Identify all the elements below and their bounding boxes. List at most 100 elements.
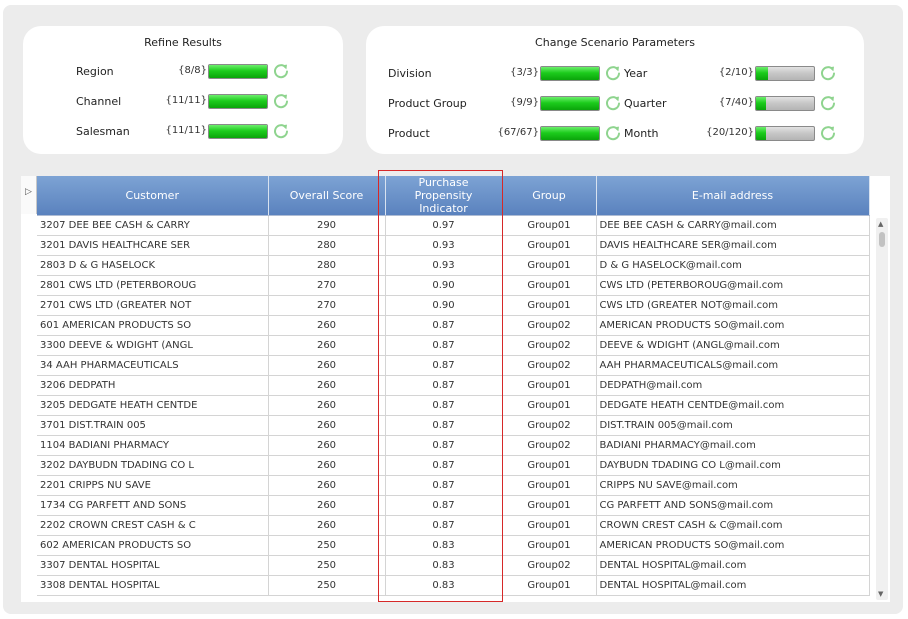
table-row[interactable]: 34 AAH PHARMACEUTICALS 260 0.87 Group02 AAH …	[37, 355, 870, 376]
column-header-overall-score[interactable]: Overall Score	[268, 176, 386, 216]
table-row[interactable]: 1734 CG PARFETT AND SONS 260 0.87 Group01 CG…	[37, 495, 870, 516]
app-window: Refine Results Region {8/8} Channel {11/11}…	[3, 5, 903, 614]
cell-overall-score: 260	[268, 515, 386, 536]
selection-progress-bar[interactable]	[755, 126, 815, 141]
cell-overall-score: 260	[268, 355, 386, 376]
cell-customer: 2701 CWS LTD (GREATER NOT	[37, 295, 269, 316]
cell-purchase-propensity: 0.87	[385, 335, 503, 356]
table-row[interactable]: 602 AMERICAN PRODUCTS SO 250 0.83 Group01 AM…	[37, 535, 870, 556]
reset-filter-icon[interactable]	[819, 124, 837, 142]
selection-progress-bar[interactable]	[540, 96, 600, 111]
table-row[interactable]: 3308 DENTAL HOSPITAL 250 0.83 Group01 DENTAL…	[37, 575, 870, 596]
filter-count: {20/120}	[706, 127, 754, 138]
cell-customer: 2202 CROWN CREST CASH & C	[37, 515, 269, 536]
cell-email: DENTAL HOSPITAL@mail.com	[596, 575, 870, 596]
cell-customer: 3207 DEE BEE CASH & CARRY	[37, 215, 269, 236]
table-row[interactable]: 3206 DEDPATH 260 0.87 Group01 DEDPATH@mail.c…	[37, 375, 870, 396]
column-header-email[interactable]: E-mail address	[596, 176, 870, 216]
reset-filter-icon[interactable]	[272, 122, 290, 140]
filter-row-month[interactable]: Month {20/120}	[624, 124, 844, 144]
reset-filter-icon[interactable]	[272, 62, 290, 80]
selection-progress-bar[interactable]	[540, 66, 600, 81]
cell-purchase-propensity: 0.90	[385, 275, 503, 296]
cell-customer: 3206 DEDPATH	[37, 375, 269, 396]
selection-progress-fill	[541, 67, 599, 80]
column-header-group[interactable]: Group	[502, 176, 597, 216]
reset-filter-icon[interactable]	[819, 64, 837, 82]
table-row[interactable]: 2202 CROWN CREST CASH & C 260 0.87 Group01 C…	[37, 515, 870, 536]
table-row[interactable]: 1104 BADIANI PHARMACY 260 0.87 Group02 BADIA…	[37, 435, 870, 456]
cell-customer: 3701 DIST.TRAIN 005	[37, 415, 269, 436]
column-header-customer[interactable]: Customer	[37, 176, 269, 216]
filter-label: Product Group	[388, 97, 467, 110]
table-row[interactable]: 2701 CWS LTD (GREATER NOT 270 0.90 Group01 C…	[37, 295, 870, 316]
table-row[interactable]: 3300 DEEVE & WDIGHT (ANGL 260 0.87 Group02 D…	[37, 335, 870, 356]
cell-group: Group02	[502, 315, 597, 336]
reset-filter-icon[interactable]	[604, 124, 622, 142]
cell-purchase-propensity: 0.87	[385, 315, 503, 336]
reset-filter-icon[interactable]	[819, 94, 837, 112]
filter-label: Month	[624, 127, 659, 140]
column-header-purchase-propensity[interactable]: Purchase Propensity Indicator	[385, 176, 503, 216]
table-row[interactable]: 3207 DEE BEE CASH & CARRY 290 0.97 Group01 D…	[37, 215, 870, 236]
vertical-scrollbar[interactable]: ▲ ▼	[876, 218, 888, 600]
cell-customer: 1104 BADIANI PHARMACY	[37, 435, 269, 456]
selection-progress-bar[interactable]	[208, 94, 268, 109]
cell-group: Group01	[502, 475, 597, 496]
filter-row-quarter[interactable]: Quarter {7/40}	[624, 94, 844, 114]
selection-progress-bar[interactable]	[208, 64, 268, 79]
reset-filter-icon[interactable]	[604, 94, 622, 112]
selection-progress-fill	[756, 67, 768, 80]
selection-progress-bar[interactable]	[208, 124, 268, 139]
refine-results-panel: Refine Results Region {8/8} Channel {11/11}…	[23, 26, 343, 154]
filter-row-division[interactable]: Division {3/3}	[388, 64, 620, 84]
selection-progress-bar[interactable]	[755, 96, 815, 111]
cell-email: CROWN CREST CASH & C@mail.com	[596, 515, 870, 536]
cell-purchase-propensity: 0.87	[385, 415, 503, 436]
cell-group: Group02	[502, 415, 597, 436]
cell-overall-score: 250	[268, 555, 386, 576]
table-row[interactable]: 2201 CRIPPS NU SAVE 260 0.87 Group01 CRIPPS …	[37, 475, 870, 496]
selection-progress-fill	[209, 65, 267, 78]
table-row[interactable]: 3205 DEDGATE HEATH CENTDE 260 0.87 Group01 D…	[37, 395, 870, 416]
cell-overall-score: 260	[268, 315, 386, 336]
filter-row-product[interactable]: Product {67/67}	[388, 124, 620, 144]
reset-filter-icon[interactable]	[604, 64, 622, 82]
selection-progress-bar[interactable]	[540, 126, 600, 141]
filter-row-year[interactable]: Year {2/10}	[624, 64, 844, 84]
filter-row-channel[interactable]: Channel {11/11}	[76, 92, 306, 112]
reset-filter-icon[interactable]	[272, 92, 290, 110]
cell-email: DEDGATE HEATH CENTDE@mail.com	[596, 395, 870, 416]
table-row[interactable]: 3201 DAVIS HEALTHCARE SER 280 0.93 Group01 D…	[37, 235, 870, 256]
cell-customer: 2201 CRIPPS NU SAVE	[37, 475, 269, 496]
cell-overall-score: 270	[268, 275, 386, 296]
cell-overall-score: 260	[268, 495, 386, 516]
cell-email: DEE BEE CASH & CARRY@mail.com	[596, 215, 870, 236]
cell-overall-score: 260	[268, 375, 386, 396]
cell-purchase-propensity: 0.87	[385, 375, 503, 396]
scrollbar-thumb[interactable]	[879, 232, 885, 247]
selection-progress-fill	[541, 127, 599, 140]
table-row[interactable]: 3307 DENTAL HOSPITAL 250 0.83 Group02 DENTAL…	[37, 555, 870, 576]
filter-label: Quarter	[624, 97, 667, 110]
row-expander-toggle[interactable]: ▷	[21, 176, 37, 214]
table-row[interactable]: 2801 CWS LTD (PETERBOROUG 270 0.90 Group01 C…	[37, 275, 870, 296]
cell-purchase-propensity: 0.87	[385, 515, 503, 536]
scroll-down-icon[interactable]: ▼	[878, 590, 883, 598]
filter-row-salesman[interactable]: Salesman {11/11}	[76, 122, 306, 142]
cell-group: Group01	[502, 255, 597, 276]
cell-group: Group01	[502, 495, 597, 516]
scroll-up-icon[interactable]: ▲	[878, 220, 883, 228]
filter-row-region[interactable]: Region {8/8}	[76, 62, 306, 82]
table-row[interactable]: 3701 DIST.TRAIN 005 260 0.87 Group02 DIST.TR…	[37, 415, 870, 436]
filter-label: Channel	[76, 95, 122, 108]
selection-progress-bar[interactable]	[755, 66, 815, 81]
filter-count: {2/10}	[718, 67, 754, 78]
cell-customer: 34 AAH PHARMACEUTICALS	[37, 355, 269, 376]
filter-label: Product	[388, 127, 430, 140]
cell-customer: 3300 DEEVE & WDIGHT (ANGL	[37, 335, 269, 356]
table-row[interactable]: 601 AMERICAN PRODUCTS SO 260 0.87 Group02 AM…	[37, 315, 870, 336]
table-row[interactable]: 2803 D & G HASELOCK 280 0.93 Group01 D & G H…	[37, 255, 870, 276]
filter-row-product-group[interactable]: Product Group {9/9}	[388, 94, 620, 114]
table-row[interactable]: 3202 DAYBUDN TDADING CO L 260 0.87 Group01 D…	[37, 455, 870, 476]
